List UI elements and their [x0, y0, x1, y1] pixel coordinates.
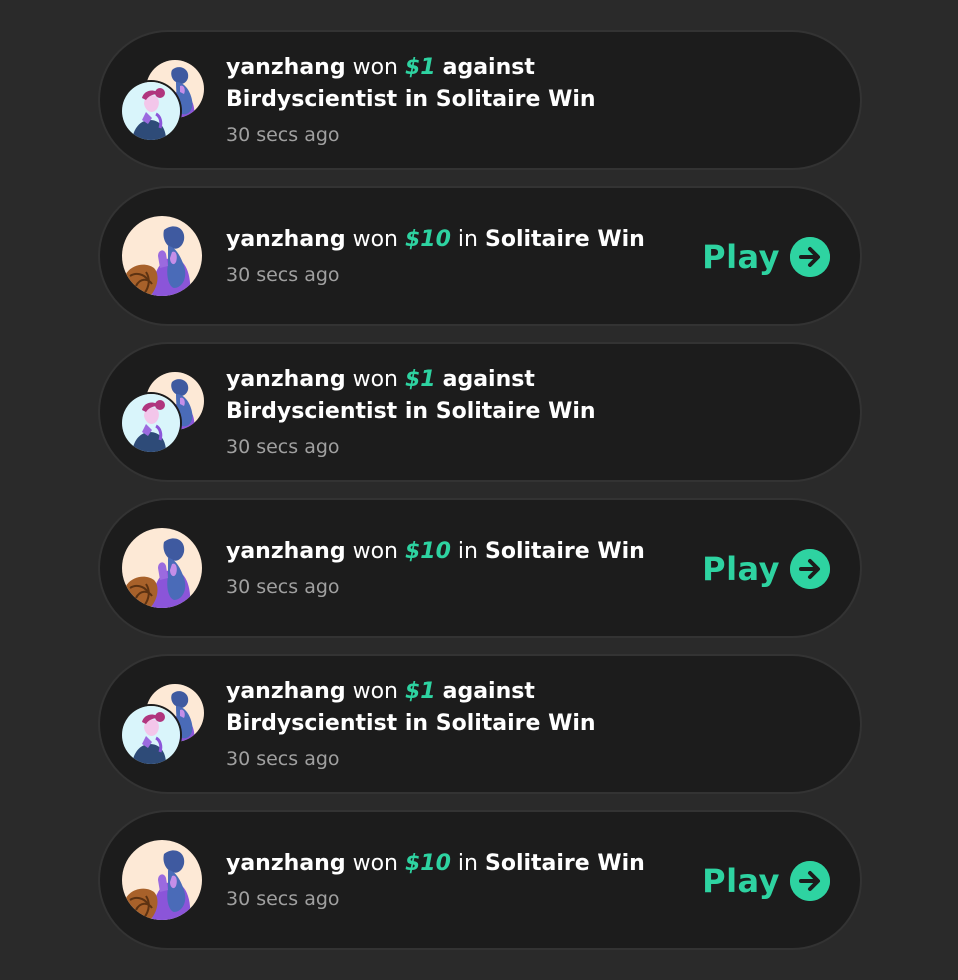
game-name: Solitaire Win [484, 851, 645, 876]
game-name: Solitaire Win [484, 539, 645, 564]
against-word: against [442, 679, 535, 704]
timestamp: 30 secs ago [226, 264, 340, 286]
play-label: Play [702, 238, 780, 276]
won-word: won [352, 851, 398, 876]
username: yanzhang [226, 851, 346, 876]
player-avatars [122, 60, 204, 142]
in-word: in [457, 539, 478, 564]
player-avatars [122, 684, 204, 766]
win-amount: $1 [404, 367, 436, 392]
in-word: in [404, 399, 429, 424]
match-win-card: yanzhang won $1 against Birdyscientist i… [98, 654, 862, 794]
win-amount: $10 [404, 851, 451, 876]
game-name: Solitaire Win [435, 87, 596, 112]
won-word: won [352, 539, 398, 564]
opponent-name: Birdyscientist [226, 87, 398, 112]
player-avatars [122, 840, 204, 922]
against-word: against [442, 55, 535, 80]
play-button[interactable]: Play [702, 236, 830, 278]
win-text: yanzhang won $1 against Birdyscientist i… [226, 656, 660, 792]
in-word: in [457, 851, 478, 876]
won-word: won [352, 227, 398, 252]
arrow-right-circle-icon [790, 861, 830, 901]
timestamp: 30 secs ago [226, 748, 340, 770]
tournament-win-card: yanzhang won $10 in Solitaire Win 30 sec… [98, 810, 862, 950]
player-avatars [122, 372, 204, 454]
win-text: yanzhang won $10 in Solitaire Win 30 sec… [226, 500, 660, 636]
play-button[interactable]: Play [702, 548, 830, 590]
opponent-name: Birdyscientist [226, 711, 398, 736]
win-text: yanzhang won $10 in Solitaire Win 30 sec… [226, 188, 660, 324]
against-word: against [442, 367, 535, 392]
win-headline: yanzhang won $10 in Solitaire Win [226, 536, 660, 568]
timestamp: 30 secs ago [226, 124, 340, 146]
match-win-card: yanzhang won $1 against Birdyscientist i… [98, 342, 862, 482]
win-amount: $1 [404, 679, 436, 704]
win-headline: yanzhang won $1 against Birdyscientist i… [226, 676, 660, 740]
won-word: won [352, 55, 398, 80]
play-button[interactable]: Play [702, 860, 830, 902]
in-word: in [404, 711, 429, 736]
username: yanzhang [226, 367, 346, 392]
user-avatar[interactable] [122, 394, 180, 452]
username: yanzhang [226, 679, 346, 704]
opponent-name: Birdyscientist [226, 399, 398, 424]
timestamp: 30 secs ago [226, 436, 340, 458]
game-name: Solitaire Win [435, 711, 596, 736]
play-label: Play [702, 862, 780, 900]
arrow-right-circle-icon [790, 237, 830, 277]
match-win-card: yanzhang won $1 against Birdyscientist i… [98, 30, 862, 170]
in-word: in [457, 227, 478, 252]
username: yanzhang [226, 55, 346, 80]
tournament-win-card: yanzhang won $10 in Solitaire Win 30 sec… [98, 498, 862, 638]
win-headline: yanzhang won $1 against Birdyscientist i… [226, 52, 660, 116]
username: yanzhang [226, 539, 346, 564]
win-amount: $1 [404, 55, 436, 80]
win-text: yanzhang won $10 in Solitaire Win 30 sec… [226, 812, 660, 948]
won-word: won [352, 367, 398, 392]
win-headline: yanzhang won $10 in Solitaire Win [226, 224, 660, 256]
user-avatar[interactable] [122, 216, 202, 296]
win-headline: yanzhang won $1 against Birdyscientist i… [226, 364, 660, 428]
user-avatar[interactable] [122, 528, 202, 608]
tournament-win-card: yanzhang won $10 in Solitaire Win 30 sec… [98, 186, 862, 326]
win-amount: $10 [404, 227, 451, 252]
arrow-right-circle-icon [790, 549, 830, 589]
username: yanzhang [226, 227, 346, 252]
user-avatar[interactable] [122, 840, 202, 920]
game-name: Solitaire Win [435, 399, 596, 424]
activity-feed: yanzhang won $1 against Birdyscientist i… [0, 0, 958, 980]
timestamp: 30 secs ago [226, 888, 340, 910]
timestamp: 30 secs ago [226, 576, 340, 598]
player-avatars [122, 216, 204, 298]
won-word: won [352, 679, 398, 704]
player-avatars [122, 528, 204, 610]
user-avatar[interactable] [122, 82, 180, 140]
game-name: Solitaire Win [484, 227, 645, 252]
win-text: yanzhang won $1 against Birdyscientist i… [226, 344, 660, 480]
win-headline: yanzhang won $10 in Solitaire Win [226, 848, 660, 880]
play-label: Play [702, 550, 780, 588]
win-amount: $10 [404, 539, 451, 564]
win-text: yanzhang won $1 against Birdyscientist i… [226, 32, 660, 168]
user-avatar[interactable] [122, 706, 180, 764]
in-word: in [404, 87, 429, 112]
